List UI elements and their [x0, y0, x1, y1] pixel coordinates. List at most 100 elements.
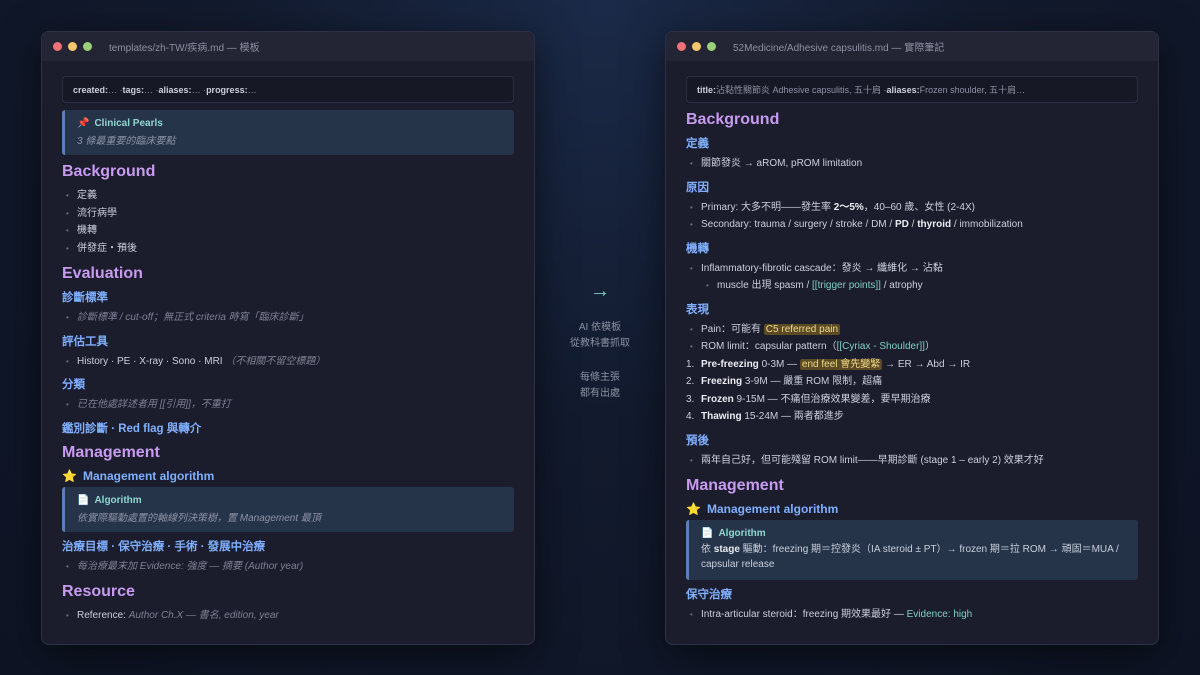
text: 依 [701, 544, 714, 555]
list-item: 已在他處詳述者用 [[引用]]，不重打 [62, 396, 514, 414]
list-item: 兩年自己好，但可能殘留 ROM limit——早期診斷 (stage 1 – e… [686, 452, 1138, 470]
text: / immobilization [951, 219, 1023, 230]
wikilink[interactable]: [[trigger points]] [812, 280, 881, 291]
heading-management-algorithm: ⭐ Management algorithm [62, 469, 514, 483]
text: ，40–60 歲、女性 (2-4X) [863, 201, 975, 213]
list-item: Inflammatory-fibrotic cascade：發炎 → 纖維化 →… [686, 260, 1138, 278]
close-button[interactable] [53, 42, 62, 51]
list-item: 關節發炎 → aROM, pROM limitation [686, 155, 1138, 173]
fm-value: 沾黏性關節炎 Adhesive capsulitis, 五十肩 · [716, 85, 887, 95]
document-icon: 📄 [77, 494, 90, 506]
heading-mechanism: 機轉 [686, 242, 709, 255]
fm-value: … [247, 84, 257, 95]
list-item: Primary: 大多不明——發生率 2〜5%，40–60 歲、女性 (2-4X… [686, 199, 1138, 217]
window-title: 52Medicine/Adhesive capsulitis.md — 實際筆記 [733, 43, 945, 54]
center-line: 從教科書抓取 [570, 338, 630, 349]
list-item: muscle 出現 spasm / [[trigger points]] / a… [686, 277, 1138, 295]
note-content: title: 沾黏性關節炎 Adhesive capsulitis, 五十肩 ·… [666, 61, 1158, 644]
evidence-tag: Evidence: high [906, 609, 973, 620]
minimize-button[interactable] [692, 42, 701, 51]
center-note-1: AI 依模板 從教科書抓取 [540, 320, 660, 352]
clinical-pearls-callout[interactable]: 📌 Clinical Pearls 3 條最重要的臨床要點 [62, 110, 514, 155]
heading-background: Background [62, 163, 156, 180]
heading-treatment: 治療目標 · 保守治療 · 手術 · 發展中治療 [62, 540, 266, 553]
callout-title: Algorithm [94, 494, 142, 506]
heading-presentation: 表現 [686, 303, 709, 316]
wikilink[interactable]: [[Cyriax - Shoulder]] [837, 341, 925, 352]
heading-management: Management [686, 477, 784, 494]
algo-heading-text: Management algorithm [82, 468, 215, 483]
stage-item: 3. Frozen 9-15M — 不痛但治療效果變差，要早期治療 [686, 391, 1138, 409]
stage-item: 4. Thawing 15-24M — 兩者都進步 [686, 408, 1138, 426]
text: 0-3M — [758, 358, 800, 370]
stage-name: Pre-freezing [701, 358, 759, 370]
star-icon: ⭐ [62, 468, 77, 483]
text: 3-9M — 嚴重 ROM 限制，超痛 [742, 376, 883, 387]
frontmatter[interactable]: title: 沾黏性關節炎 Adhesive capsulitis, 五十肩 ·… [686, 76, 1138, 103]
tools-text: History · PE · X-ray · Sono · MRI [77, 355, 223, 367]
ref-value: Author Ch.X — 書名, edition, year [128, 610, 279, 621]
note-window: 52Medicine/Adhesive capsulitis.md — 實際筆記… [665, 31, 1159, 645]
heading-background: Background [686, 111, 780, 128]
algo-heading-text: Management algorithm [706, 502, 839, 516]
highlight: C5 referred pain [763, 323, 841, 335]
heading-classification: 分類 [62, 379, 85, 391]
callout-title: Clinical Pearls [94, 118, 163, 129]
heading-evaluation: Evaluation [62, 265, 143, 282]
callout-body: 依實際驅動處置的軸線列決策樹，置 Management 最頂 [77, 512, 321, 524]
text: Pain：可能有 [701, 323, 764, 335]
heading-definition: 定義 [686, 138, 709, 150]
fm-key: progress: [206, 84, 248, 95]
fm-value: … · [191, 84, 207, 95]
text: ） [924, 341, 935, 352]
arrow-right-icon: → [590, 280, 610, 302]
list-item: 流行病學 [62, 205, 514, 223]
minimize-button[interactable] [68, 42, 77, 51]
fm-key: aliases: [886, 84, 920, 95]
center-line: 都有出處 [580, 388, 620, 399]
window-title: templates/zh-TW/疾病.md — 模板 [109, 43, 260, 54]
document-icon: 📄 [701, 528, 714, 539]
center-note-2: 每條主張 都有出處 [540, 370, 660, 402]
stage-list: 1. Pre-freezing 0-3M — end feel 會先變緊 → E… [686, 356, 1138, 426]
fm-value: … · [108, 84, 123, 95]
text: ROM limit：capsular pattern（ [701, 341, 837, 352]
stage-name: Thawing [701, 411, 742, 422]
list-number: 1. [686, 358, 695, 370]
text: 15-24M — 兩者都進步 [741, 411, 844, 422]
list-number: 2. [686, 376, 695, 387]
heading-prognosis: 預後 [686, 434, 709, 447]
callout-title: Algorithm [718, 528, 766, 539]
fm-key: aliases: [158, 84, 192, 95]
list-number: 3. [686, 393, 695, 405]
list-item: 機轉 [62, 222, 514, 240]
list-item: Intra-articular steroid：freezing 期效果最好 —… [686, 606, 1138, 624]
list-item: Secondary: trauma / surgery / stroke / D… [686, 216, 1138, 234]
star-icon: ⭐ [686, 502, 701, 516]
heading-resource: Resource [62, 583, 135, 600]
fm-key: created: [73, 84, 109, 95]
list-item: History · PE · X-ray · Sono · MRI （不相關不留… [62, 353, 514, 371]
template-titlebar: templates/zh-TW/疾病.md — 模板 [42, 32, 534, 61]
stage-name: Frozen [701, 393, 734, 405]
list-item: 併發症・預後 [62, 240, 514, 258]
maximize-button[interactable] [707, 42, 716, 51]
stage-item: 2. Freezing 3-9M — 嚴重 ROM 限制，超痛 [686, 373, 1138, 391]
center-line: 每條主張 [580, 372, 620, 383]
text: Secondary: trauma / surgery / stroke / D… [701, 219, 895, 230]
close-button[interactable] [677, 42, 686, 51]
frontmatter[interactable]: created: … · tags: … · aliases: … · prog… [62, 76, 514, 103]
algorithm-callout[interactable]: 📄 Algorithm 依 stage 驅動：freezing 期＝控發炎（IA … [686, 520, 1138, 580]
fm-key: title: [697, 84, 716, 95]
center-line: AI 依模板 [578, 322, 622, 333]
pin-icon: 📌 [77, 118, 90, 129]
ref-label: Reference: [77, 610, 129, 621]
heading-ddx: 鑑別診斷 · Red flag 與轉介 [62, 422, 202, 435]
algorithm-callout[interactable]: 📄 Algorithm 依實際驅動處置的軸線列決策樹，置 Management 最… [62, 486, 514, 532]
bold-text: 2〜5% [833, 201, 864, 213]
text: / atrophy [880, 280, 923, 291]
text: 9-15M — 不痛但治療效果變差，要早期治療 [733, 393, 931, 405]
heading-assessment-tools: 評估工具 [62, 335, 108, 348]
list-item: Pain：可能有 C5 referred pain [686, 321, 1138, 339]
maximize-button[interactable] [83, 42, 92, 51]
